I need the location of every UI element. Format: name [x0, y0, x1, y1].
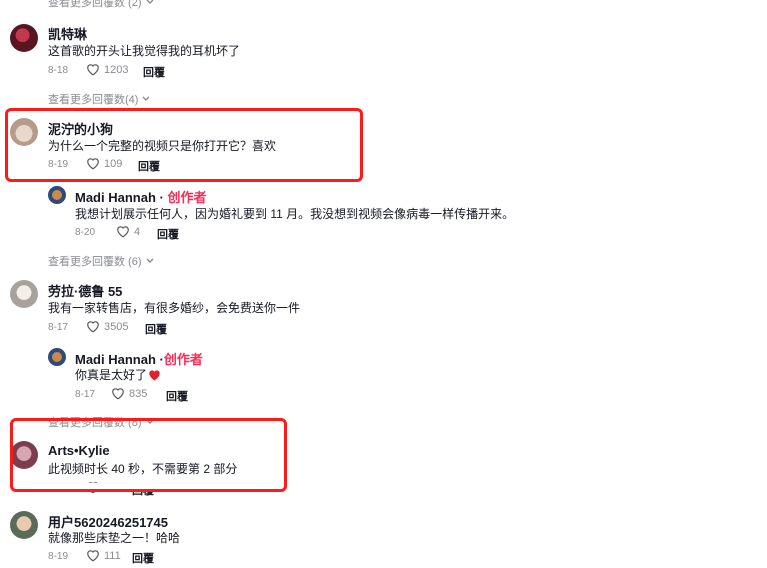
highlight-box	[10, 418, 287, 492]
heart-icon	[87, 64, 99, 76]
creator-badge: 创作者	[163, 352, 203, 367]
heart-icon	[87, 158, 99, 170]
reply-text: 你真是太好了	[75, 368, 148, 382]
like-button[interactable]: 4	[116, 225, 140, 238]
like-button[interactable]: 835	[111, 387, 147, 400]
view-more-replies[interactable]: 查看更多回覆数 (6)	[48, 253, 154, 269]
red-heart-emoji-icon	[149, 369, 160, 380]
reply-text: 我想计划展示任何人，因为婚礼要到 11 月。我没想到视频会像病毒一样传播开来。	[75, 207, 515, 221]
avatar[interactable]	[48, 186, 66, 204]
reply-button[interactable]: 回覆	[166, 388, 188, 404]
avatar[interactable]	[10, 118, 38, 146]
comment-date: 8-19	[48, 159, 69, 170]
comment-date: 8-18	[48, 65, 69, 76]
chevron-down-icon	[142, 96, 150, 101]
comment-date: 8-19	[48, 551, 69, 562]
comment-text: 这首歌的开头让我觉得我的耳机坏了	[48, 44, 241, 58]
comment-date: 8-17	[48, 322, 69, 333]
creator-badge: 创作者	[167, 190, 207, 205]
reply-button[interactable]: 回覆	[145, 321, 167, 337]
reply-date: 8-20	[75, 227, 96, 238]
heart-icon	[117, 226, 129, 238]
like-button[interactable]: 111	[86, 549, 121, 562]
reply-date: 8-17	[75, 389, 96, 400]
heart-icon	[112, 388, 124, 400]
reply-text-row: 你真是太好了	[75, 366, 161, 383]
avatar[interactable]	[10, 24, 38, 52]
chevron-down-icon	[146, 0, 153, 4]
reply-button[interactable]: 回覆	[157, 226, 179, 242]
like-button[interactable]: 109	[86, 157, 122, 170]
chevron-down-icon	[146, 258, 153, 263]
reply-button[interactable]: 回覆	[138, 158, 160, 174]
like-button[interactable]: 1203	[86, 63, 128, 76]
avatar[interactable]	[48, 348, 66, 366]
view-more-replies[interactable]: 查看更多回覆数 (2)	[48, 0, 154, 10]
comment-text: 为什么一个完整的视频只是你打开它？喜欢	[48, 139, 277, 153]
comment-author[interactable]: 泥泞的小狗	[48, 119, 113, 138]
heart-icon	[87, 321, 99, 333]
avatar[interactable]	[10, 511, 38, 539]
reply-author[interactable]: Madi Hannah · 创作者	[75, 187, 206, 206]
reply-button[interactable]: 回覆	[132, 550, 154, 566]
like-button[interactable]: 3505	[86, 320, 128, 333]
reply-button[interactable]: 回覆	[143, 64, 165, 80]
comment-author[interactable]: 劳拉·德鲁 55	[48, 281, 122, 300]
avatar[interactable]	[10, 280, 38, 308]
view-more-replies[interactable]: 查看更多回覆数(4)	[48, 91, 150, 107]
comment-text: 我有一家转售店，有很多婚纱，会免费送你一件	[48, 301, 301, 315]
heart-icon	[87, 550, 99, 562]
comment-text: 就像那些床垫之一！哈哈	[48, 531, 181, 545]
comment-author[interactable]: 凯特琳	[48, 24, 87, 43]
